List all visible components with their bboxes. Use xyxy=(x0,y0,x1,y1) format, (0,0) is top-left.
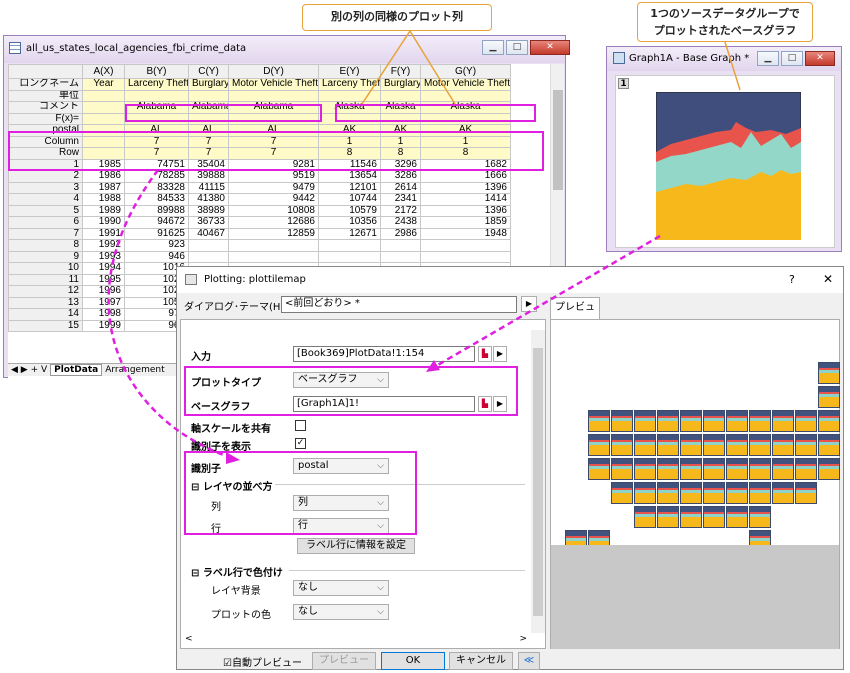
callout-leader-3 xyxy=(724,41,741,91)
arrowhead-icon xyxy=(226,452,240,464)
arrow-graph-to-basegraph xyxy=(435,234,661,368)
annotation-arrows xyxy=(107,30,741,464)
arrowhead-icon xyxy=(426,360,440,372)
callout-leader-1 xyxy=(361,30,411,105)
arrow-postal-to-identifier xyxy=(107,169,233,460)
callout-leader-2 xyxy=(409,30,456,105)
